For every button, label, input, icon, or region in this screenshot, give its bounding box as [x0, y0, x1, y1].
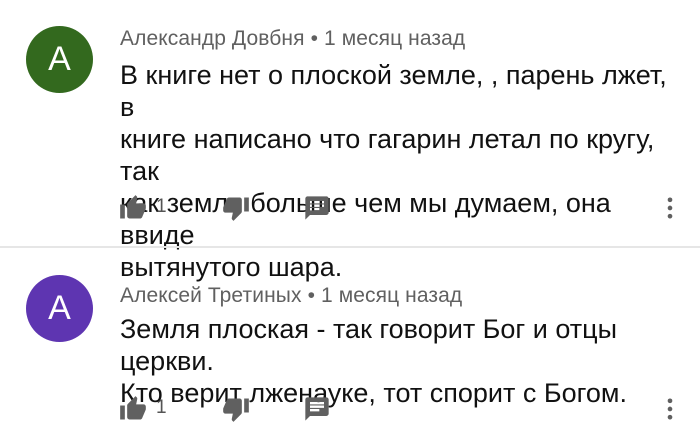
comment-item: A Александр Довбня • 1 месяц назад В книге… [0, 0, 700, 282]
more-vert-icon[interactable] [656, 395, 684, 423]
comment-divider [0, 246, 700, 248]
comment-time[interactable]: 1 месяц назад [324, 27, 465, 50]
comment-item: A Алексей Третиных • 1 месяц назад Земля п… [0, 250, 700, 443]
comment-icon[interactable] [303, 395, 331, 423]
like-count: 1 [156, 397, 167, 418]
meta-separator: • [307, 284, 316, 307]
thumb-down-icon[interactable] [222, 395, 250, 423]
author-name[interactable]: Александр Довбня [120, 27, 305, 50]
comment-meta: Алексей Третиных • 1 месяц назад [120, 284, 462, 308]
author-name[interactable]: Алексей Третиных [120, 284, 302, 307]
like-count: 1 [156, 196, 167, 217]
comment-actions: 1 [0, 188, 700, 228]
comment-meta: Александр Довбня • 1 месяц назад [120, 27, 465, 51]
meta-separator: • [310, 27, 319, 50]
comment-actions: 1 [0, 389, 700, 429]
avatar[interactable]: A [26, 275, 93, 342]
avatar[interactable]: A [26, 26, 93, 93]
thumb-down-icon[interactable] [222, 194, 250, 222]
thumb-up-icon[interactable] [119, 395, 147, 423]
more-vert-icon[interactable] [656, 194, 684, 222]
comment-icon[interactable] [303, 194, 331, 222]
thumb-up-icon[interactable] [119, 194, 147, 222]
comment-time[interactable]: 1 месяц назад [321, 284, 462, 307]
